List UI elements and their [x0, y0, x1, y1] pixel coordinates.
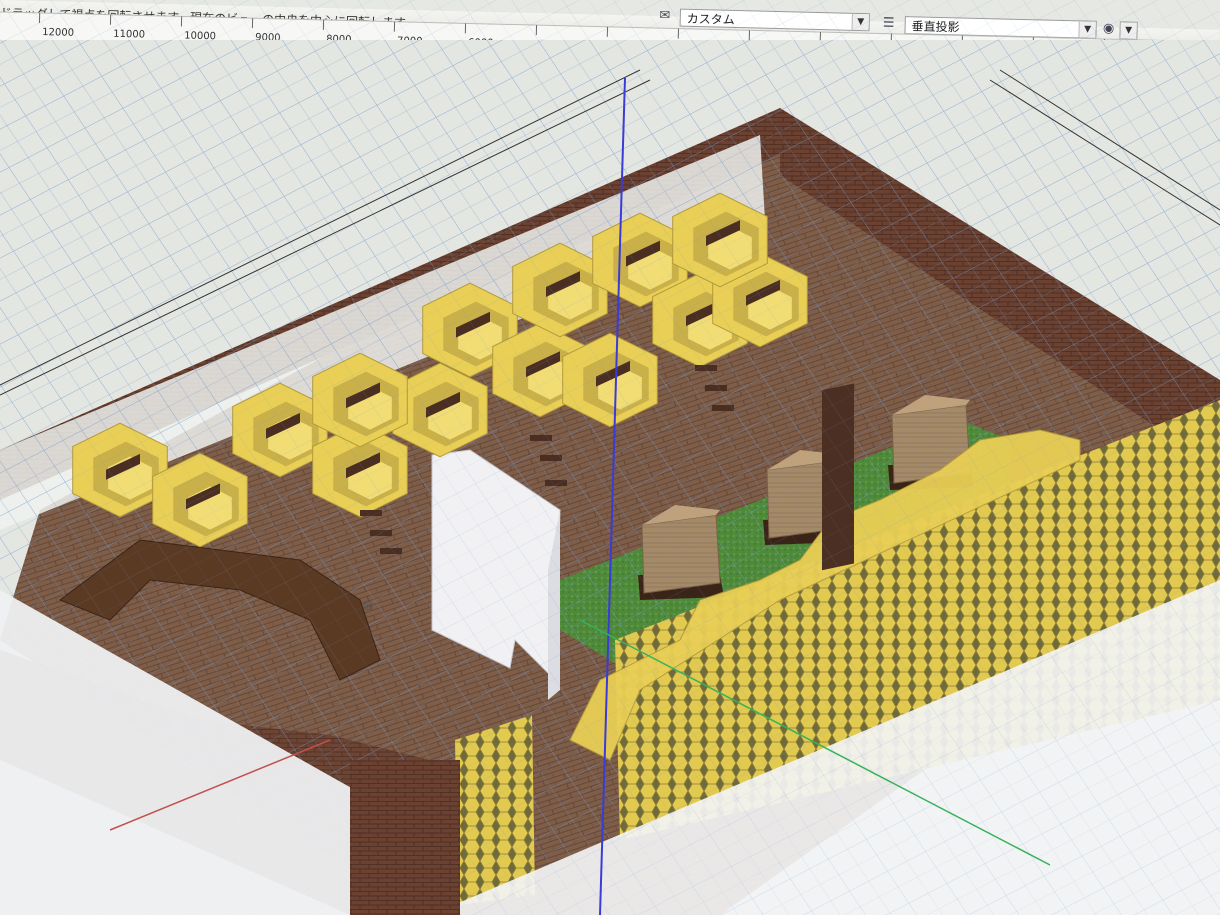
pivot-icon[interactable]: ⊛ — [362, 598, 374, 614]
3d-viewport[interactable]: ⊛ — [0, 0, 1220, 915]
wall-edge-dark — [350, 760, 460, 915]
